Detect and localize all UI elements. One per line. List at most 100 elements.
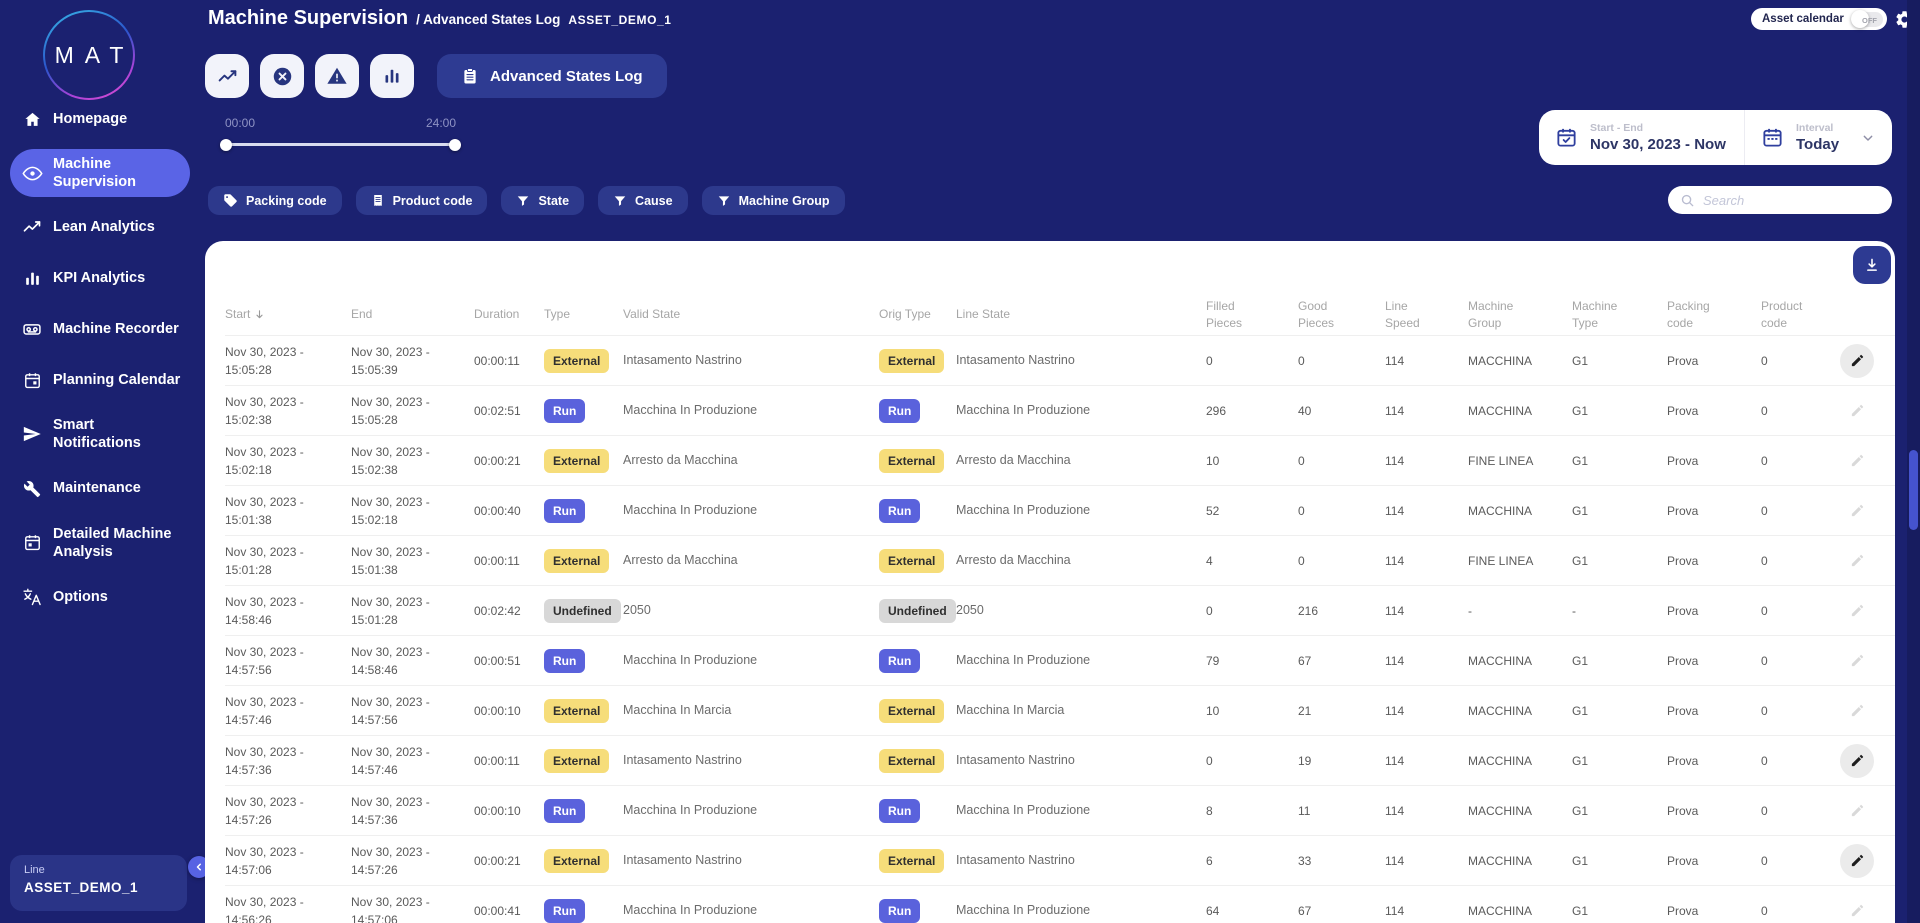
edit-row-button[interactable]: [1840, 444, 1874, 478]
cell-machine-type: G1: [1572, 503, 1589, 518]
edit-row-button[interactable]: [1840, 343, 1874, 378]
sidebar-item-planning-calendar[interactable]: Planning Calendar: [10, 359, 190, 401]
cell-end: Nov 30, 2023 -14:57:06: [351, 894, 430, 923]
cell-machine-group: FINE LINEA: [1468, 553, 1534, 568]
edit-row-button[interactable]: [1840, 594, 1874, 628]
cell-end: Nov 30, 2023 -14:57:36: [351, 794, 430, 827]
sidebar-item-maintenance[interactable]: Maintenance: [10, 468, 190, 510]
interval-picker[interactable]: Interval Today: [1745, 110, 1892, 165]
filter-cause[interactable]: Cause: [598, 186, 688, 215]
cell-end: Nov 30, 2023 -14:57:56: [351, 694, 430, 727]
cell-machine-group: MACCHINA: [1468, 703, 1533, 718]
sidebar-item-smart-notifications[interactable]: Smart Notifications: [10, 410, 190, 458]
cell-packing-code: Prova: [1667, 903, 1699, 918]
filter-machine-group[interactable]: Machine Group: [701, 186, 845, 215]
status-badge: External: [879, 698, 945, 723]
filter-state[interactable]: State: [501, 186, 585, 215]
status-badge: External: [544, 348, 610, 373]
edit-row-button[interactable]: [1840, 843, 1874, 878]
sidebar-item-homepage[interactable]: Homepage: [10, 98, 190, 140]
filter-product-code[interactable]: Product code: [355, 186, 488, 215]
cell-machine-type: G1: [1572, 753, 1589, 768]
sidebar-item-lean-analytics[interactable]: Lean Analytics: [10, 206, 190, 248]
slider-handle-end[interactable]: [449, 138, 461, 151]
cell-valid-state: Macchina In Produzione: [623, 803, 758, 818]
cell-machine-type: G1: [1572, 453, 1589, 468]
edit-row-button[interactable]: [1840, 894, 1874, 923]
cell-end: Nov 30, 2023 -14:57:46: [351, 744, 430, 777]
export-button[interactable]: [1853, 246, 1891, 284]
slider-end-label: 24:00: [425, 116, 456, 130]
edit-row-button[interactable]: [1840, 743, 1874, 778]
status-badge: Run: [544, 498, 586, 523]
cell-product-code: 0: [1761, 403, 1768, 418]
cell-duration: 00:02:42: [474, 603, 521, 618]
sidebar-item-machine-recorder[interactable]: Machine Recorder: [10, 308, 190, 350]
recorder-icon: [20, 319, 44, 339]
cell-duration: 00:00:21: [474, 453, 521, 468]
cell-type: External: [544, 698, 623, 723]
search-input[interactable]: [1703, 192, 1880, 208]
cell-type: Run: [544, 398, 623, 423]
cell-orig-type: Run: [879, 398, 956, 423]
receipt-icon: [371, 193, 385, 208]
app-logo-text: MAT: [54, 41, 135, 68]
cell-orig-type: External: [879, 348, 956, 373]
cell-machine-group: -: [1468, 603, 1472, 618]
slider-handle-start[interactable]: [220, 138, 232, 151]
alarms-view-button[interactable]: [315, 54, 359, 98]
scrollbar-thumb[interactable]: [1909, 450, 1918, 530]
cell-machine-type: -: [1572, 603, 1576, 618]
sidebar-item-label: Lean Analytics: [53, 219, 155, 236]
cell-orig-type: Run: [879, 798, 956, 823]
asset-calendar-label: Asset calendar: [1762, 13, 1844, 25]
translate-icon: [20, 587, 44, 607]
pencil-icon: [1850, 753, 1865, 768]
sidebar-item-label: Planning Calendar: [53, 372, 181, 389]
table-row: Nov 30, 2023 -14:57:46 Nov 30, 2023 -14:5…: [225, 685, 1895, 735]
edit-row-button[interactable]: [1840, 544, 1874, 578]
cell-orig-type: External: [879, 848, 956, 873]
edit-row-button[interactable]: [1840, 644, 1874, 678]
sidebar-item-machine-supervision[interactable]: Machine Supervision: [10, 149, 190, 198]
cell-machine-type: G1: [1572, 403, 1589, 418]
table-row: Nov 30, 2023 -14:57:06 Nov 30, 2023 -14:5…: [225, 835, 1895, 885]
cell-duration: 00:00:51: [474, 653, 521, 668]
cell-good-pieces: 216: [1298, 603, 1319, 618]
status-badge: External: [544, 848, 610, 873]
sidebar-item-kpi-analytics[interactable]: KPI Analytics: [10, 257, 190, 299]
advanced-states-log-button[interactable]: Advanced States Log: [437, 54, 667, 98]
cell-filled-pieces: 8: [1206, 803, 1213, 818]
start-end-picker[interactable]: Start - End Nov 30, 2023 - Now: [1539, 110, 1744, 165]
sidebar-item-detailed-machine-analysis[interactable]: Detailed Machine Analysis: [10, 519, 190, 567]
edit-row-button[interactable]: [1840, 394, 1874, 428]
cell-orig-type: Undefined: [879, 598, 956, 623]
cell-line-speed: 114: [1385, 653, 1405, 668]
slider-track[interactable]: [220, 138, 461, 151]
cell-good-pieces: 11: [1298, 803, 1311, 818]
cell-filled-pieces: 10: [1206, 703, 1220, 718]
cell-end: Nov 30, 2023 -15:02:18: [351, 494, 430, 527]
cell-machine-type: G1: [1572, 853, 1589, 868]
cell-line-speed: 114: [1385, 403, 1405, 418]
table-row: Nov 30, 2023 -14:57:26 Nov 30, 2023 -14:5…: [225, 785, 1895, 835]
cell-line-state: Arresto da Macchina: [956, 553, 1071, 568]
cell-start: Nov 30, 2023 -14:57:46: [225, 694, 304, 727]
asset-calendar-toggle[interactable]: OFF: [1850, 10, 1883, 28]
filter-packing-code[interactable]: Packing code: [208, 186, 342, 215]
cell-orig-type: Run: [879, 898, 956, 923]
edit-row-button[interactable]: [1840, 694, 1874, 728]
sidebar-item-options[interactable]: Options: [10, 576, 190, 618]
stops-view-button[interactable]: [260, 54, 304, 98]
edit-row-button[interactable]: [1840, 494, 1874, 528]
sort-descending-icon: [254, 309, 265, 320]
trend-view-button[interactable]: [205, 54, 249, 98]
edit-row-button[interactable]: [1840, 794, 1874, 828]
warning-triangle-icon: [326, 65, 348, 87]
line-selector-panel[interactable]: Line ASSET_DEMO_1: [10, 855, 187, 911]
histogram-view-button[interactable]: [370, 54, 414, 98]
column-header-start[interactable]: Start: [225, 306, 351, 322]
cell-valid-state: Macchina In Marcia: [623, 703, 732, 718]
cell-good-pieces: 0: [1298, 453, 1305, 468]
page-title: Machine Supervision: [208, 7, 409, 29]
